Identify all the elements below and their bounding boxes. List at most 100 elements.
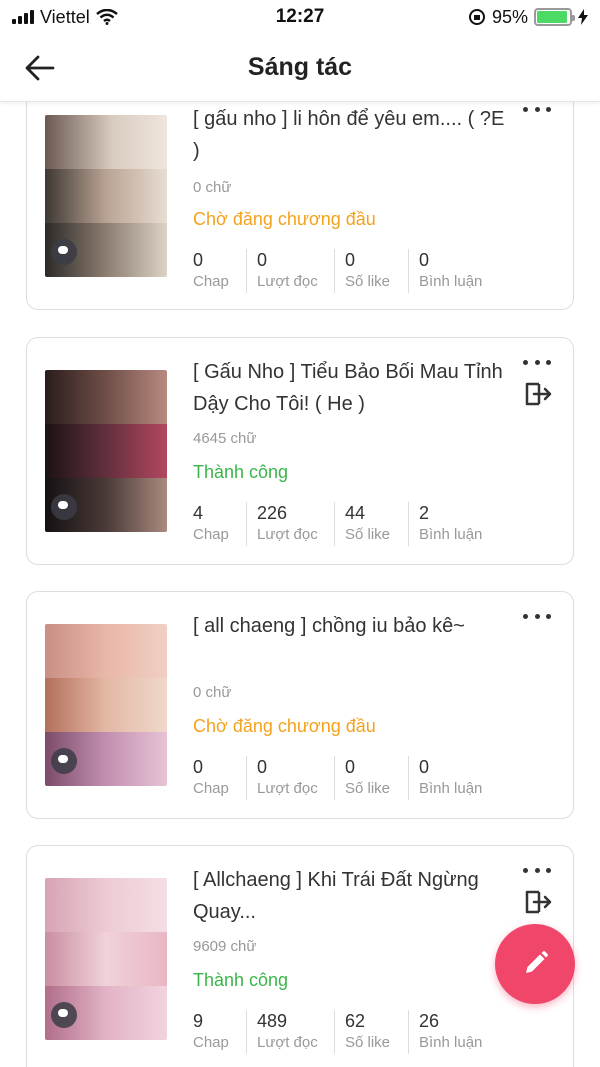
stat-value: 0 xyxy=(419,250,430,270)
signal-icon xyxy=(12,10,34,24)
charging-icon xyxy=(578,9,588,25)
stat-likes: 0 Số like xyxy=(345,756,409,800)
stat-label: Số like xyxy=(345,273,391,290)
stat-comments: 0 Bình luận xyxy=(419,756,499,800)
page-title: Sáng tác xyxy=(247,53,353,81)
wifi-icon xyxy=(95,9,118,25)
story-stats: 0 Chap 0 Lượt đọc 0 Số like 0 Bình luận xyxy=(193,756,509,800)
story-card[interactable]: [ Allchaeng ] Khi Trái Đất Ngừng Quay...… xyxy=(26,845,574,1067)
stat-views: 489 Lượt đọc xyxy=(257,1010,335,1054)
stat-value: 44 xyxy=(345,503,366,523)
more-options-button[interactable] xyxy=(523,354,551,370)
stat-label: Số like xyxy=(345,780,391,797)
story-status: Chờ đăng chương đầu xyxy=(193,209,376,229)
stat-likes: 0 Số like xyxy=(345,249,409,293)
stat-value: 2 xyxy=(419,503,430,523)
stat-label: Chap xyxy=(193,526,229,543)
publish-exit-icon[interactable] xyxy=(521,886,553,918)
stat-value: 0 xyxy=(419,757,430,777)
stat-value: 0 xyxy=(193,250,204,270)
comment-bubble-icon xyxy=(51,494,77,520)
story-title[interactable]: [ Allchaeng ] Khi Trái Đất Ngừng Quay... xyxy=(193,864,513,928)
word-count: 9609 chữ xyxy=(193,938,257,955)
stat-label: Số like xyxy=(345,526,391,543)
status-left: Viettel xyxy=(12,7,212,28)
status-right: 95% xyxy=(388,7,588,28)
app-header: Sáng tác xyxy=(0,34,600,102)
stat-label: Lượt đọc xyxy=(257,1034,318,1051)
stat-value: 0 xyxy=(345,757,356,777)
stat-value: 226 xyxy=(257,503,288,523)
story-cover-image[interactable] xyxy=(45,878,167,1040)
stat-chap: 4 Chap xyxy=(193,502,247,546)
stat-comments: 26 Bình luận xyxy=(419,1010,499,1054)
more-options-button[interactable] xyxy=(523,862,551,878)
stat-value: 489 xyxy=(257,1011,288,1031)
stat-label: Lượt đọc xyxy=(257,780,318,797)
orientation-lock-icon xyxy=(468,9,485,25)
stat-chap: 9 Chap xyxy=(193,1010,247,1054)
story-stats: 9 Chap 489 Lượt đọc 62 Số like 26 Bình l… xyxy=(193,1010,509,1054)
stat-chap: 0 Chap xyxy=(193,756,247,800)
comment-bubble-icon xyxy=(51,1002,77,1028)
comment-bubble-icon xyxy=(51,239,77,265)
back-button[interactable] xyxy=(22,50,58,86)
story-status: Chờ đăng chương đầu xyxy=(193,716,376,736)
stat-likes: 44 Số like xyxy=(345,502,409,546)
story-list[interactable]: [ gấu nho ] li hôn để yêu em.... ( ?E ) … xyxy=(0,102,600,1067)
story-card[interactable]: [ gấu nho ] li hôn để yêu em.... ( ?E ) … xyxy=(26,102,574,310)
word-count: 4645 chữ xyxy=(193,430,257,447)
stat-comments: 2 Bình luận xyxy=(419,502,499,546)
stat-likes: 62 Số like xyxy=(345,1010,409,1054)
story-cover-image[interactable] xyxy=(45,624,167,786)
stat-views: 226 Lượt đọc xyxy=(257,502,335,546)
stat-value: 0 xyxy=(257,757,268,777)
story-title[interactable]: [ all chaeng ] chồng iu bảo kê~ xyxy=(193,610,513,642)
more-options-button[interactable] xyxy=(523,608,551,624)
stat-value: 4 xyxy=(193,503,204,523)
stat-label: Chap xyxy=(193,1034,229,1051)
story-cover-image[interactable] xyxy=(45,370,167,532)
battery-fill xyxy=(537,11,568,23)
stat-chap: 0 Chap xyxy=(193,249,247,293)
stat-label: Lượt đọc xyxy=(257,273,318,290)
stat-value: 0 xyxy=(193,757,204,777)
stat-value: 0 xyxy=(345,250,356,270)
stat-views: 0 Lượt đọc xyxy=(257,249,335,293)
stat-label: Lượt đọc xyxy=(257,526,318,543)
word-count: 0 chữ xyxy=(193,179,232,196)
clock: 12:27 xyxy=(275,6,325,27)
stat-label: Số like xyxy=(345,1034,391,1051)
arrow-left-icon xyxy=(25,55,55,81)
stat-label: Bình luận xyxy=(419,526,483,543)
stat-value: 9 xyxy=(193,1011,204,1031)
stat-value: 26 xyxy=(419,1011,440,1031)
story-title[interactable]: [ Gấu Nho ] Tiểu Bảo Bối Mau Tỉnh Dậy Ch… xyxy=(193,356,513,420)
stat-label: Bình luận xyxy=(419,780,483,797)
story-status: Thành công xyxy=(193,462,289,482)
stat-label: Bình luận xyxy=(419,273,483,290)
more-options-button[interactable] xyxy=(523,102,551,117)
story-title[interactable]: [ gấu nho ] li hôn để yêu em.... ( ?E ) xyxy=(193,103,513,167)
stat-comments: 0 Bình luận xyxy=(419,249,499,293)
story-card[interactable]: [ all chaeng ] chồng iu bảo kê~ 0 chữ Ch… xyxy=(26,591,574,819)
battery-icon xyxy=(534,8,575,26)
status-bar: Viettel 12:27 95% xyxy=(0,0,600,34)
pencil-icon xyxy=(526,951,548,973)
stat-label: Chap xyxy=(193,780,229,797)
write-story-button[interactable] xyxy=(495,924,575,1004)
story-card[interactable]: [ Gấu Nho ] Tiểu Bảo Bối Mau Tỉnh Dậy Ch… xyxy=(26,337,574,565)
publish-exit-icon[interactable] xyxy=(521,378,553,410)
stat-label: Chap xyxy=(193,273,229,290)
stat-value: 0 xyxy=(257,250,268,270)
battery-percent: 95% xyxy=(491,6,528,27)
stat-views: 0 Lượt đọc xyxy=(257,756,335,800)
stat-label: Bình luận xyxy=(419,1034,483,1051)
story-stats: 4 Chap 226 Lượt đọc 44 Số like 2 Bình lu… xyxy=(193,502,509,546)
carrier-label: Viettel xyxy=(40,6,90,27)
comment-bubble-icon xyxy=(51,748,77,774)
word-count: 0 chữ xyxy=(193,684,232,701)
story-cover-image[interactable] xyxy=(45,115,167,277)
story-status: Thành công xyxy=(193,970,289,990)
story-stats: 0 Chap 0 Lượt đọc 0 Số like 0 Bình luận xyxy=(193,249,509,293)
